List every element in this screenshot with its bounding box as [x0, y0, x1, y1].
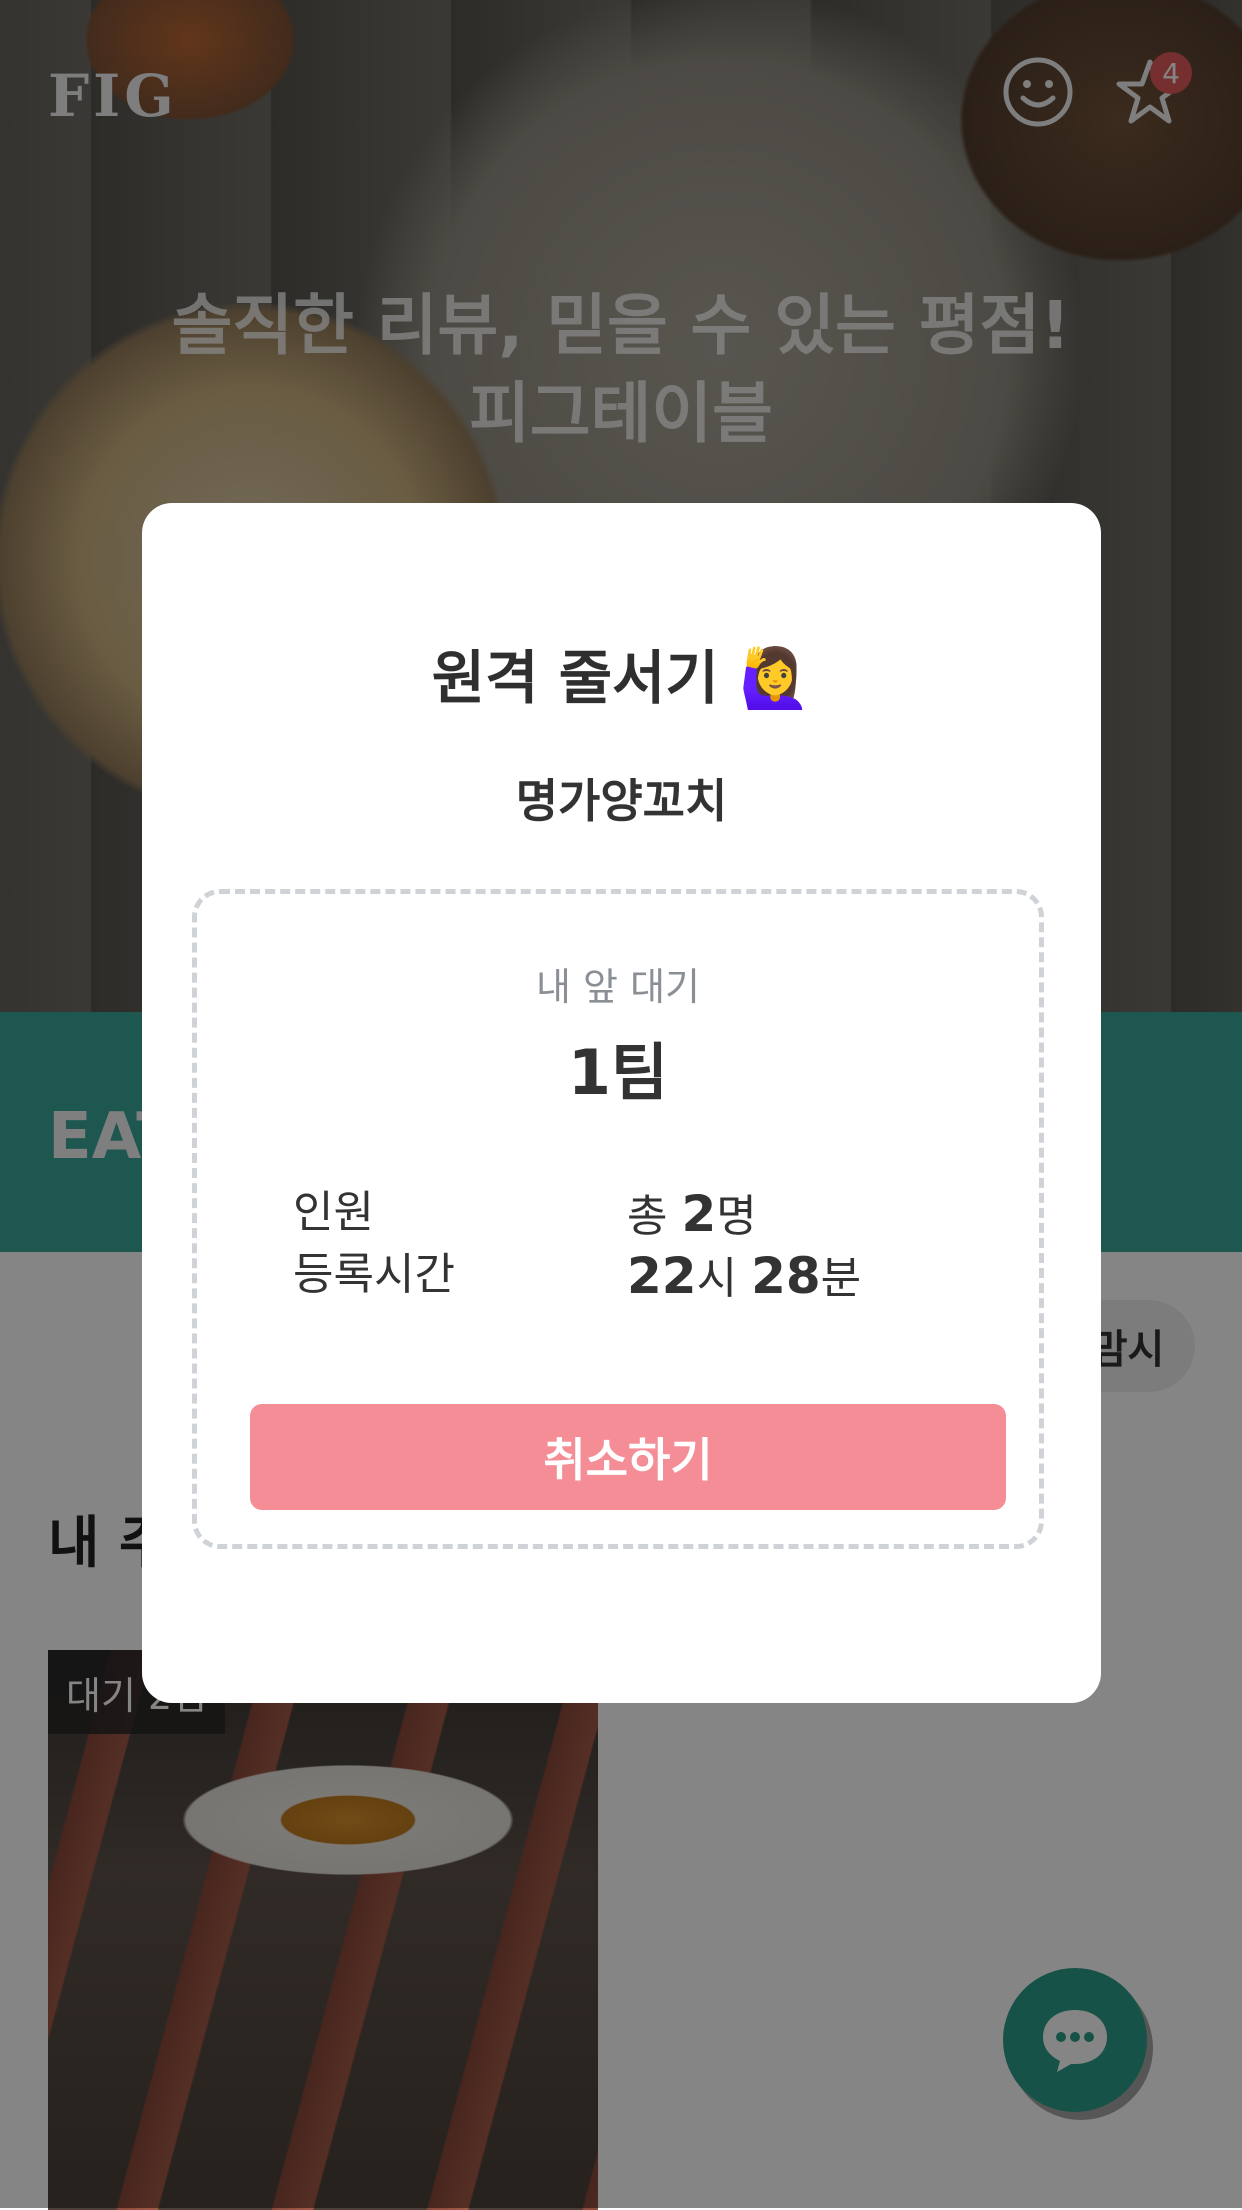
- people-value: 총 2명: [627, 1180, 757, 1244]
- time-value: 22시 28분: [627, 1242, 861, 1306]
- wait-info-box: 내 앞 대기 1팀 인원 등록시간 총 2명 22시 28분 취소하기: [192, 889, 1044, 1549]
- people-unit: 명: [716, 1191, 757, 1242]
- people-label: 인원: [293, 1187, 374, 1238]
- time-hour: 22: [627, 1247, 697, 1305]
- ahead-label: 내 앞 대기: [536, 965, 700, 1009]
- people-prefix: 총: [627, 1191, 682, 1242]
- time-label: 등록시간: [293, 1249, 455, 1300]
- time-hour-unit: 시: [696, 1253, 752, 1304]
- people-count: 2: [681, 1185, 717, 1243]
- store-name: 명가양꼬치: [515, 774, 728, 828]
- raising-hand-icon: 🙋‍♀️: [738, 644, 812, 712]
- time-minute-unit: 분: [820, 1253, 862, 1304]
- modal-title: 원격 줄서기 🙋‍♀️: [142, 631, 1101, 715]
- modal-title-text: 원격 줄서기: [431, 644, 719, 712]
- time-minute: 28: [751, 1247, 821, 1305]
- cancel-button[interactable]: 취소하기: [250, 1404, 1006, 1510]
- remote-queue-modal: 원격 줄서기 🙋‍♀️ 명가양꼬치 내 앞 대기 1팀 인원 등록시간 총 2명…: [142, 503, 1101, 1703]
- ahead-value: 1팀: [567, 1036, 669, 1109]
